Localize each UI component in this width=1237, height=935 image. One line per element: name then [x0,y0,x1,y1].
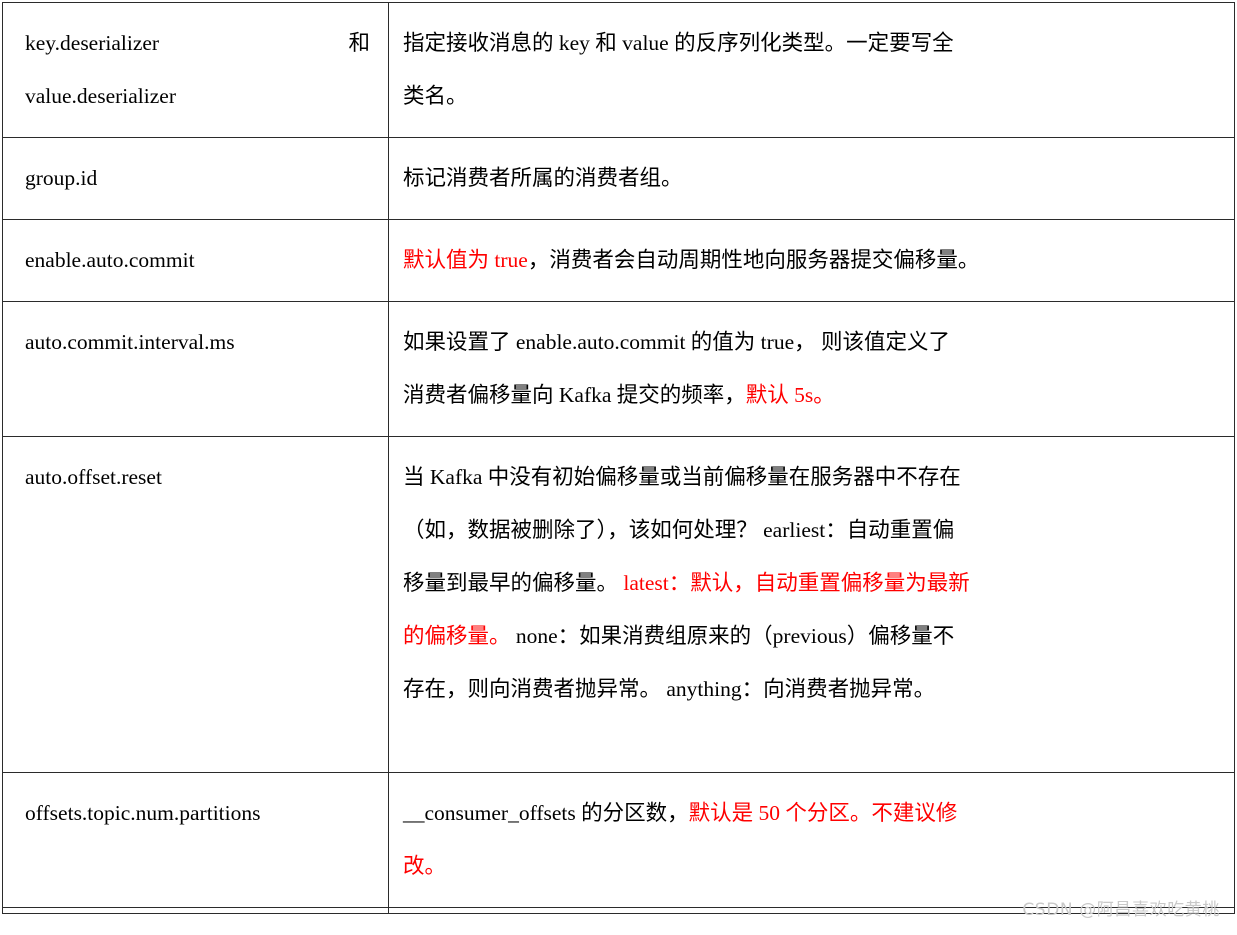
param-cell-offsets-topic-num-partitions: offsets.topic.num.partitions [2,772,389,908]
desc-line: 的偏移量。 none：如果消费组原来的（previous）偏移量不 [403,610,1222,663]
desc-cell-auto-offset-reset: 当 Kafka 中没有初始偏移量或当前偏移量在服务器中不存在 （如，数据被删除了… [388,436,1235,773]
desc-cell-auto-commit-interval-ms: 如果设置了 enable.auto.commit 的值为 true， 则该值定义… [388,301,1235,437]
desc-line: 移量到最早的偏移量。 latest：默认，自动重置偏移量为最新 [403,557,1222,610]
desc-line: 默认值为 true，消费者会自动周期性地向服务器提交偏移量。 [403,234,1222,287]
desc-cell-offsets-topic-num-partitions: __consumer_offsets 的分区数，默认是 50 个分区。不建议修 … [388,772,1235,908]
desc-text: 消费者偏移量向 Kafka 提交的频率， [403,383,746,407]
desc-line: __consumer_offsets 的分区数，默认是 50 个分区。不建议修 [403,787,1222,840]
desc-highlight-default-50-cont: 改。 [403,854,447,878]
desc-line: （如，数据被删除了），该如何处理？ earliest：自动重置偏 [403,518,955,542]
desc-text: none：如果消费组原来的（previous）偏移量不 [510,624,955,648]
desc-highlight-latest-cont: 的偏移量。 [403,624,511,648]
table-row-partial [2,907,1235,914]
desc-cell-group-id: 标记消费者所属的消费者组。 [388,137,1235,220]
desc-highlight-latest: latest：默认，自动重置偏移量为最新 [623,571,970,595]
table-row: auto.offset.reset 当 Kafka 中没有初始偏移量或当前偏移量… [2,436,1235,773]
desc-highlight-default-50: 默认是 50 个分区。不建议修 [688,801,958,825]
param-name-value-deserializer: value.deserializer [25,84,177,108]
desc-line: 存在，则向消费者抛异常。 anything：向消费者抛异常。 [403,677,936,701]
table-row: auto.commit.interval.ms 如果设置了 enable.aut… [2,301,1235,437]
param-cell-auto-commit-interval-ms: auto.commit.interval.ms [2,301,389,437]
param-name-auto-offset-reset: auto.offset.reset [25,465,162,489]
param-name-enable-auto-commit: enable.auto.commit [25,248,195,272]
table-row: group.id 标记消费者所属的消费者组。 [2,137,1235,220]
desc-cell-key-deserializer: 指定接收消息的 key 和 value 的反序列化类型。一定要写全 类名。 [388,2,1235,138]
table-row: offsets.topic.num.partitions __consumer_… [2,772,1235,908]
desc-line: 类名。 [403,84,468,108]
desc-text: 移量到最早的偏移量。 [403,571,624,595]
param-cell-enable-auto-commit: enable.auto.commit [2,219,389,302]
desc-text: ，消费者会自动周期性地向服务器提交偏移量。 [527,248,980,272]
desc-line: 标记消费者所属的消费者组。 [403,166,683,190]
desc-cell-enable-auto-commit: 默认值为 true，消费者会自动周期性地向服务器提交偏移量。 [388,219,1235,302]
param-cell-partial [2,907,389,914]
param-cell-group-id: group.id [2,137,389,220]
desc-line: 如果设置了 enable.auto.commit 的值为 true， 则该值定义… [403,330,950,354]
table-row: key.deserializer 和 value.deserializer 指定… [2,2,1235,138]
param-name-key-deserializer: key.deserializer [25,31,160,55]
desc-highlight-default-5s: 默认 5s。 [745,383,835,407]
param-name-offsets-topic-num-partitions: offsets.topic.num.partitions [25,801,261,825]
param-name-group-id: group.id [25,166,98,190]
param-conjunction-he: 和 [348,31,370,55]
parameter-reference-table: key.deserializer 和 value.deserializer 指定… [2,2,1235,914]
param-cell-key-deserializer: key.deserializer 和 value.deserializer [2,2,389,138]
desc-line: 改。 [403,840,1222,893]
desc-highlight-default: 默认值为 true [403,248,528,272]
desc-line: 消费者偏移量向 Kafka 提交的频率，默认 5s。 [403,369,1222,422]
desc-line: 指定接收消息的 key 和 value 的反序列化类型。一定要写全 [403,31,954,55]
table-row: enable.auto.commit 默认值为 true，消费者会自动周期性地向… [2,219,1235,302]
desc-text: __consumer_offsets 的分区数， [403,801,689,825]
desc-line: 当 Kafka 中没有初始偏移量或当前偏移量在服务器中不存在 [403,465,961,489]
param-cell-auto-offset-reset: auto.offset.reset [2,436,389,773]
param-name-auto-commit-interval-ms: auto.commit.interval.ms [25,330,235,354]
desc-cell-partial [388,907,1235,914]
